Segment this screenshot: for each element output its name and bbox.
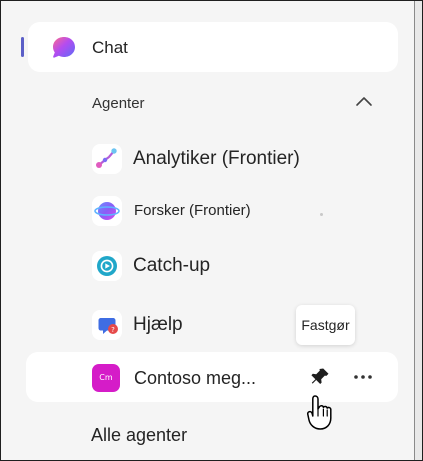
svg-text:?: ? — [111, 326, 115, 334]
researcher-agent-icon — [92, 196, 122, 226]
agent-item-hjaelp[interactable]: ? Hjælp — [92, 309, 183, 341]
agent-item-contoso-content[interactable]: Cm Contoso meg... — [92, 362, 256, 394]
agents-section-title: Agenter — [92, 95, 145, 112]
agent-label: Contoso meg... — [134, 368, 257, 388]
pin-icon[interactable] — [308, 365, 332, 389]
agent-sidebar: Chat Agenter Analytiker (Frontier) Forsk… — [0, 0, 423, 461]
all-agents-link[interactable]: Alle agenter — [91, 425, 187, 446]
active-indicator — [21, 37, 24, 57]
agent-label: Hjælp — [133, 314, 183, 335]
agent-item-analytiker[interactable]: Analytiker (Frontier) — [92, 143, 300, 175]
agent-item-forsker[interactable]: Forsker (Frontier) — [92, 195, 251, 227]
analytics-agent-icon — [92, 144, 122, 174]
hand-cursor-icon — [306, 395, 332, 430]
agent-label: Catch-up — [133, 255, 211, 276]
chat-nav-item[interactable] — [28, 22, 398, 72]
agent-label: Analytiker (Frontier) — [133, 148, 300, 169]
pin-tooltip: Fastgør — [296, 305, 355, 345]
agent-label: Forsker (Frontier) — [134, 202, 251, 219]
contoso-agent-badge: Cm — [99, 373, 113, 382]
chat-label: Chat — [92, 38, 128, 57]
agent-item-catch-up[interactable]: Catch-up — [92, 250, 210, 282]
sidebar-border — [414, 1, 422, 460]
chevron-up-icon[interactable] — [354, 95, 374, 109]
chat-icon — [53, 37, 75, 58]
catch-up-agent-icon — [92, 251, 122, 281]
more-options-icon[interactable] — [350, 367, 376, 387]
decorative-dot — [320, 213, 323, 216]
help-agent-icon: ? — [92, 310, 122, 340]
contoso-agent-icon: Cm — [92, 364, 120, 392]
